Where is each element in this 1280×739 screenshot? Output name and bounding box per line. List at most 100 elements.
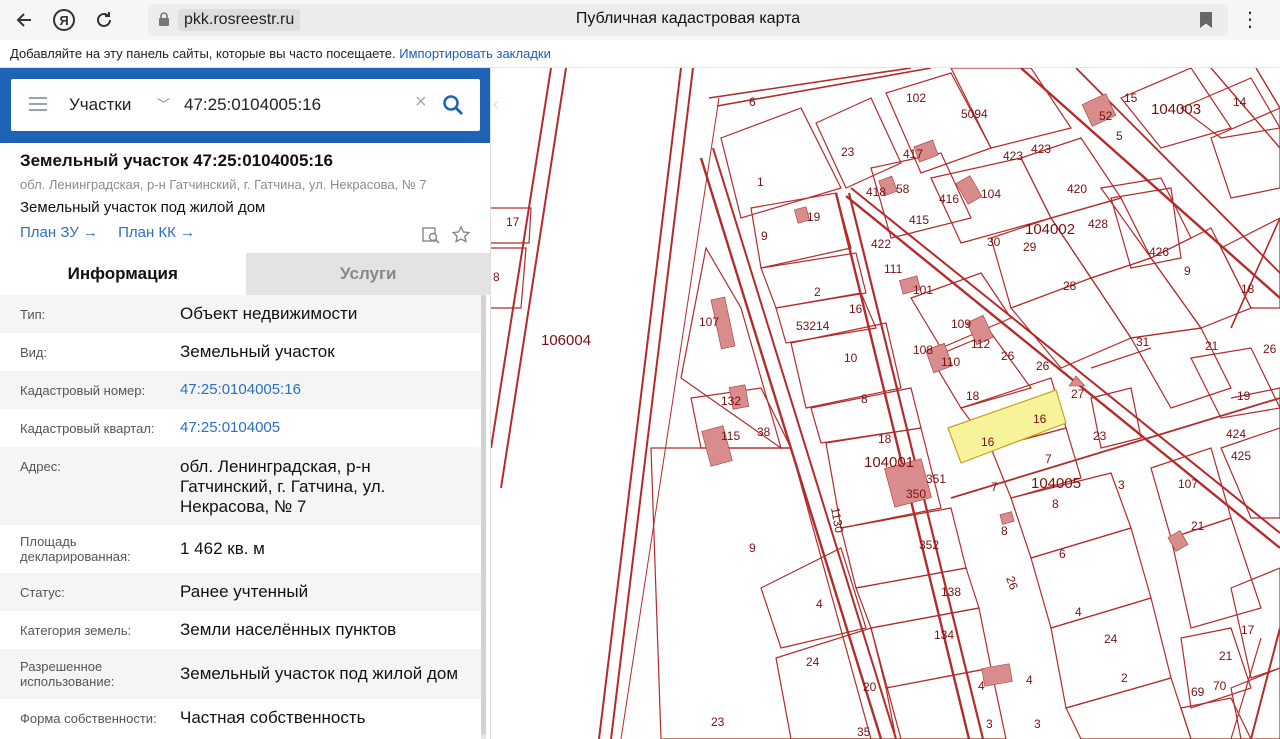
svg-text:31: 31 [1136, 335, 1150, 349]
plan-zu-link[interactable]: План ЗУ → [20, 224, 98, 241]
svg-text:4: 4 [1075, 605, 1082, 619]
info-key: Тип: [20, 306, 46, 322]
svg-text:132: 132 [721, 394, 741, 408]
object-address: обл. Ленинградская, р-н Гатчинский, г. Г… [20, 177, 427, 192]
clear-icon[interactable]: × [415, 91, 427, 114]
search-type-select[interactable]: Участки [69, 95, 131, 115]
svg-text:104001: 104001 [864, 454, 914, 471]
address-bar[interactable]: pkk.rosreestr.ru Публичная кадастровая к… [148, 4, 1228, 36]
svg-text:23: 23 [841, 145, 855, 159]
svg-text:351: 351 [926, 472, 946, 486]
svg-text:9: 9 [1184, 264, 1191, 278]
svg-text:30: 30 [987, 235, 1001, 249]
svg-text:101: 101 [913, 283, 933, 297]
map-canvas[interactable]: 6 102 5094 15 14 52 5 23 417 423 423 418… [491, 68, 1280, 739]
info-key: Вид: [20, 344, 48, 360]
info-row: Форма собственности: Частная собственнос… [0, 699, 481, 737]
svg-text:20: 20 [863, 680, 877, 694]
svg-text:2: 2 [814, 285, 821, 299]
svg-text:104003: 104003 [1151, 101, 1201, 118]
svg-text:108: 108 [913, 343, 933, 357]
svg-text:422: 422 [871, 237, 891, 251]
svg-text:14: 14 [1233, 95, 1247, 109]
svg-text:18: 18 [878, 432, 892, 446]
tabs: Информация Услуги [0, 253, 490, 295]
info-key: Форма собственности: [20, 710, 157, 726]
star-icon[interactable] [451, 225, 471, 245]
svg-text:10: 10 [844, 351, 858, 365]
svg-text:350: 350 [906, 487, 926, 501]
cadastral-quarter-link[interactable]: 47:25:0104005 [180, 409, 481, 447]
cadastral-number-link[interactable]: 47:25:0104005:16 [180, 371, 481, 409]
reload-button[interactable] [84, 0, 124, 40]
svg-text:424: 424 [1226, 427, 1246, 441]
svg-text:4: 4 [978, 679, 985, 693]
svg-text:8: 8 [1052, 497, 1059, 511]
svg-text:426: 426 [1149, 245, 1169, 259]
info-row: Статус: Ранее учтенный [0, 573, 481, 611]
svg-text:4: 4 [1026, 673, 1033, 687]
chevron-down-icon[interactable]: ﹀ [157, 94, 170, 113]
info-panel: Участки ﹀ 47:25:0104005:16 × Земельный у… [0, 68, 491, 739]
parcel-boundaries [491, 68, 1280, 739]
svg-text:115: 115 [721, 429, 740, 443]
object-use: Земельный участок под жилой дом [20, 199, 266, 216]
info-row: Категория земель: Земли населённых пункт… [0, 611, 481, 649]
search-on-map-icon[interactable] [421, 225, 441, 245]
info-row: Площадь декларированная: 1 462 кв. м [0, 525, 481, 573]
svg-text:6: 6 [1059, 547, 1066, 561]
svg-text:19: 19 [1237, 389, 1251, 403]
svg-text:138: 138 [941, 585, 961, 599]
info-key: Адрес: [20, 459, 61, 474]
svg-text:7: 7 [991, 480, 998, 494]
svg-text:58: 58 [896, 182, 910, 196]
info-value: Частная собственность [180, 708, 366, 727]
svg-text:418: 418 [866, 185, 886, 199]
info-value: Объект недвижимости [180, 304, 358, 323]
cadastral-map[interactable]: 6 102 5094 15 14 52 5 23 417 423 423 418… [491, 68, 1280, 739]
svg-text:3: 3 [986, 717, 993, 731]
svg-text:16: 16 [981, 435, 995, 449]
tab-services[interactable]: Услуги [245, 253, 490, 295]
svg-text:16: 16 [849, 302, 863, 316]
svg-text:352: 352 [919, 538, 939, 552]
svg-text:4: 4 [816, 597, 823, 611]
search-input[interactable]: 47:25:0104005:16 [184, 95, 321, 115]
svg-text:110: 110 [941, 355, 960, 369]
yandex-button[interactable]: Я [44, 0, 84, 40]
svg-text:26: 26 [1003, 574, 1021, 592]
page-title: Публичная кадастровая карта [575, 10, 801, 27]
info-table: Тип: Объект недвижимости Вид: Земельный … [0, 295, 481, 737]
svg-text:23: 23 [1093, 429, 1107, 443]
plan-links: План ЗУ → План КК → [20, 224, 211, 241]
info-key: Категория земель: [20, 622, 132, 638]
search-icon[interactable] [441, 93, 465, 117]
svg-text:104002: 104002 [1025, 221, 1075, 238]
plan-kk-link[interactable]: План КК → [118, 224, 195, 241]
info-row: Кадастровый номер: 47:25:0104005:16 [0, 371, 481, 409]
svg-text:104005: 104005 [1031, 475, 1081, 492]
svg-text:26: 26 [1263, 342, 1277, 356]
svg-text:107: 107 [1178, 477, 1198, 491]
browser-menu-icon[interactable]: ⋮ [1240, 8, 1260, 32]
svg-text:416: 416 [939, 192, 959, 206]
svg-text:21: 21 [1191, 519, 1205, 533]
svg-text:24: 24 [806, 655, 820, 669]
info-row: Кадастровый квартал: 47:25:0104005 [0, 409, 481, 447]
collapse-panel-icon[interactable]: ‹ [493, 94, 499, 115]
info-value: Земельный участок [180, 342, 335, 361]
svg-text:38: 38 [757, 425, 771, 439]
svg-text:27: 27 [1071, 387, 1085, 401]
browser-toolbar: Я pkk.rosreestr.ru Публичная кадастровая… [0, 0, 1280, 40]
svg-text:8: 8 [1001, 524, 1008, 538]
menu-icon[interactable] [29, 97, 47, 111]
tab-info[interactable]: Информация [0, 253, 246, 295]
info-key: Кадастровый номер: [20, 382, 146, 398]
svg-text:17: 17 [506, 215, 520, 229]
import-bookmarks-link[interactable]: Импортировать закладки [399, 46, 551, 61]
back-button[interactable] [4, 0, 44, 40]
info-key: Кадастровый квартал: [20, 420, 155, 436]
svg-text:17: 17 [1241, 623, 1255, 637]
scrollbar-thumb[interactable] [481, 295, 486, 735]
svg-text:53214: 53214 [796, 319, 830, 333]
